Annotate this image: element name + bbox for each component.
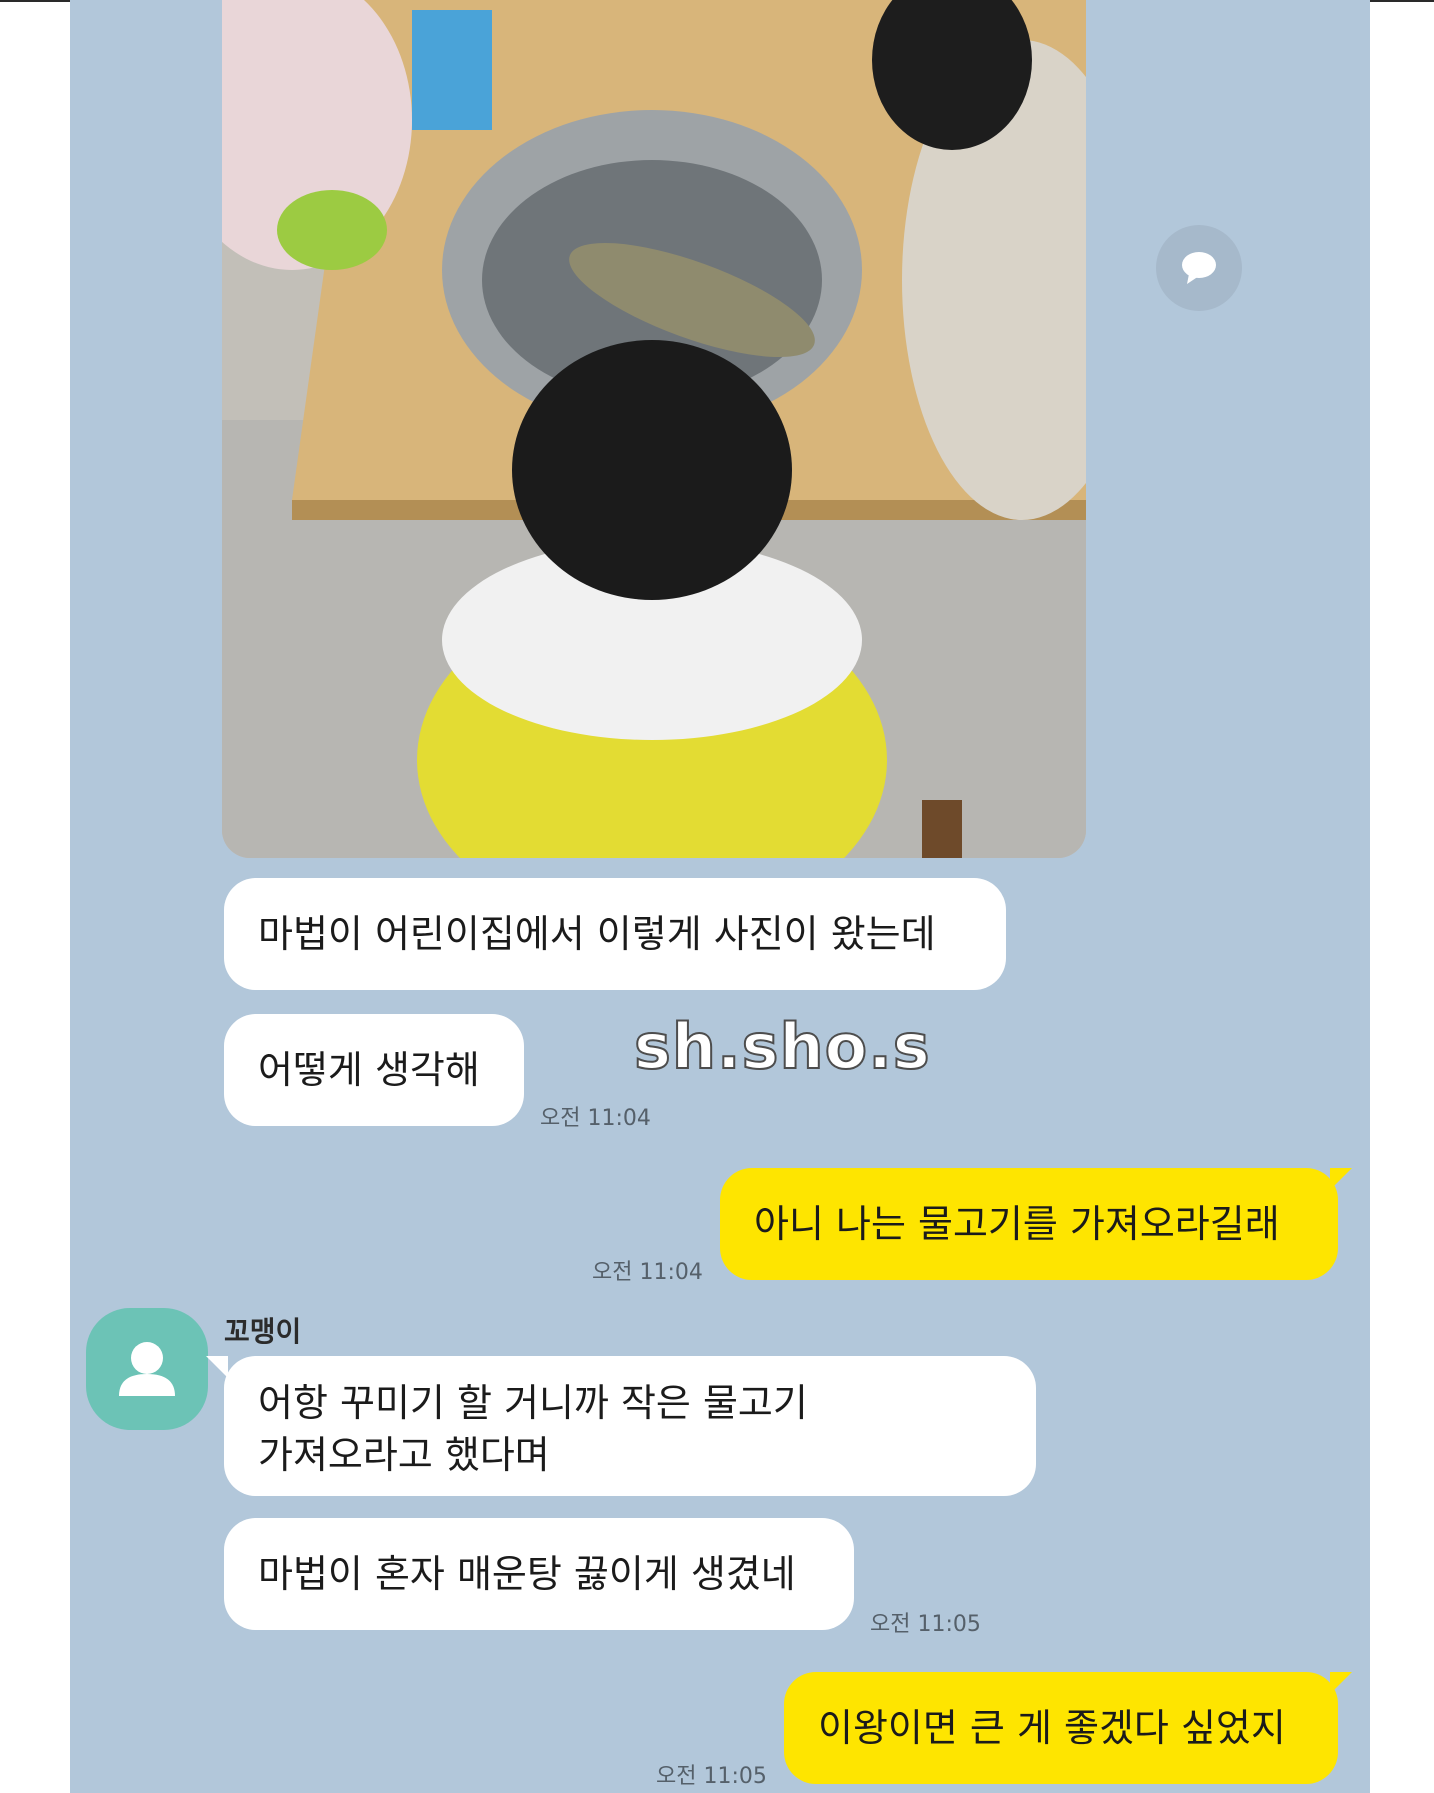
message-text: 마법이 어린이집에서 이렇게 사진이 왔는데 <box>258 912 936 956</box>
sender-name: 꼬맹이 <box>224 1315 302 1348</box>
message-text: 어떻게 생각해 <box>258 1048 480 1092</box>
message-text: 아니 나는 물고기를 가져오라길래 <box>754 1202 1280 1246</box>
message-bubble-incoming[interactable]: 어떻게 생각해 <box>224 1014 524 1126</box>
photo-image <box>222 0 1086 858</box>
message-timestamp: 오전 11:04 <box>540 1106 651 1131</box>
person-icon <box>119 1342 175 1396</box>
bubble-tail <box>1330 1672 1352 1694</box>
bubble-tail <box>206 1356 228 1378</box>
chat-room[interactable]: 마법이 어린이집에서 이렇게 사진이 왔는데 어떻게 생각해 오전 11:04 … <box>70 0 1370 1793</box>
message-text: 이왕이면 큰 게 좋겠다 싶었지 <box>818 1706 1286 1750</box>
message-timestamp: 오전 11:05 <box>870 1612 981 1637</box>
message-timestamp: 오전 11:04 <box>592 1260 703 1285</box>
speech-bubble-icon <box>1182 252 1216 284</box>
bubble-tail <box>1330 1168 1352 1190</box>
share-button[interactable] <box>1156 225 1242 311</box>
message-text: 마법이 혼자 매운탕 끓이게 생겼네 <box>258 1552 796 1596</box>
avatar[interactable] <box>86 1308 208 1430</box>
photo-message[interactable] <box>222 0 1086 858</box>
message-timestamp: 오전 11:05 <box>656 1764 767 1789</box>
message-bubble-incoming[interactable]: 어항 꾸미기 할 거니까 작은 물고기 가져오라고 했다며 <box>224 1356 1036 1496</box>
message-bubble-incoming[interactable]: 마법이 혼자 매운탕 끓이게 생겼네 <box>224 1518 854 1630</box>
message-bubble-outgoing[interactable]: 아니 나는 물고기를 가져오라길래 <box>720 1168 1338 1280</box>
message-bubble-incoming[interactable]: 마법이 어린이집에서 이렇게 사진이 왔는데 <box>224 878 1006 990</box>
message-text: 어항 꾸미기 할 거니까 작은 물고기 가져오라고 했다며 <box>258 1381 808 1477</box>
message-bubble-outgoing[interactable]: 이왕이면 큰 게 좋겠다 싶었지 <box>784 1672 1338 1784</box>
watermark: sh.sho.s <box>633 1009 931 1084</box>
